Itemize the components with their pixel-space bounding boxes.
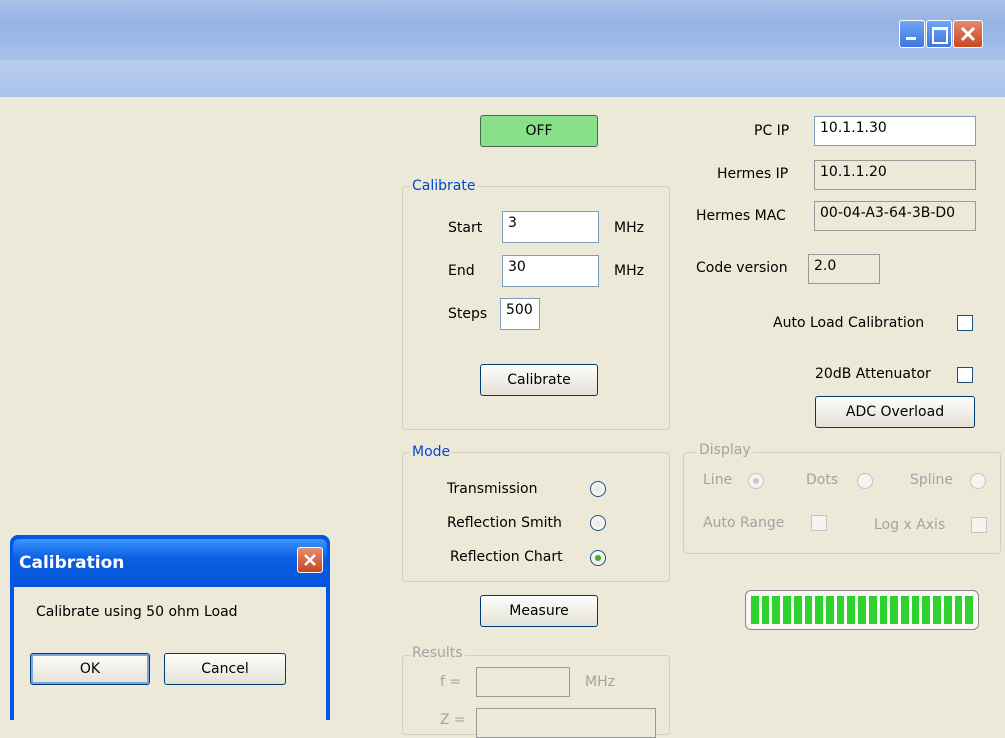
level-meter-segment <box>826 596 834 624</box>
level-meter-segment <box>954 596 963 624</box>
level-meter-segment <box>879 596 888 624</box>
level-meter-segment <box>965 596 973 624</box>
level-meter-segment <box>804 596 813 624</box>
dialog-cancel-button[interactable]: Cancel <box>164 653 286 685</box>
results-f-field <box>476 667 570 697</box>
display-dots-radio[interactable] <box>857 473 873 489</box>
display-dots-label: Dots <box>806 472 839 488</box>
minimize-icon <box>906 37 916 40</box>
pc-ip-field[interactable]: 10.1.1.30 <box>814 116 976 146</box>
end-input[interactable]: 30 <box>502 255 599 287</box>
calibrate-group-title: Calibrate <box>410 178 478 194</box>
results-z-label: Z = <box>440 712 466 728</box>
end-unit: MHz <box>614 263 644 279</box>
dialog-close-button[interactable] <box>297 547 323 573</box>
maximize-button[interactable] <box>926 20 952 48</box>
close-icon <box>304 554 316 566</box>
auto-range-checkbox[interactable] <box>811 515 827 531</box>
display-line-label: Line <box>703 472 733 488</box>
hermes-mac-field: 00-04-A3-64-3B-D0 <box>814 201 976 231</box>
level-meter-segment <box>933 596 941 624</box>
level-meter-segment <box>836 596 845 624</box>
dialog-title-bar: Calibration <box>13 539 327 587</box>
hermes-ip-field: 10.1.1.20 <box>814 160 976 190</box>
mode-reflection-smith-label: Reflection Smith <box>447 515 562 531</box>
level-meter-segment <box>868 596 877 624</box>
results-z-field <box>476 708 656 738</box>
auto-range-label: Auto Range <box>703 515 785 531</box>
level-meter-segment <box>847 596 856 624</box>
level-meter-segment <box>911 596 920 624</box>
dialog-ok-button[interactable]: OK <box>30 653 150 685</box>
level-meter-segment <box>761 596 770 624</box>
minimize-button[interactable] <box>899 20 925 48</box>
level-meter-bar <box>751 596 973 624</box>
start-input[interactable]: 3 <box>502 211 599 243</box>
auto-load-calibration-checkbox[interactable] <box>957 315 973 331</box>
start-label: Start <box>448 220 483 236</box>
level-meter-segment <box>815 596 823 624</box>
mode-reflection-smith-radio[interactable] <box>590 515 606 531</box>
level-meter-segment <box>890 596 898 624</box>
display-spline-radio[interactable] <box>970 473 986 489</box>
maximize-icon <box>932 27 948 44</box>
start-unit: MHz <box>614 220 644 236</box>
menu-bar <box>0 60 1005 97</box>
hermes-mac-label: Hermes MAC <box>696 208 786 224</box>
dialog-message: Calibrate using 50 ohm Load <box>36 604 238 620</box>
mode-transmission-label: Transmission <box>447 481 538 497</box>
steps-input[interactable]: 500 <box>500 298 540 330</box>
code-version-field: 2.0 <box>808 254 880 284</box>
display-group <box>683 452 1001 554</box>
measure-button[interactable]: Measure <box>480 595 598 627</box>
display-line-radio[interactable] <box>748 473 764 489</box>
level-meter-segment <box>793 596 802 624</box>
close-window-button[interactable] <box>953 20 983 48</box>
calibrate-button[interactable]: Calibrate <box>480 364 598 396</box>
adc-overload-button[interactable]: ADC Overload <box>815 396 975 428</box>
pc-ip-label: PC IP <box>754 123 790 139</box>
log-x-axis-label: Log x Axis <box>874 517 946 533</box>
mode-reflection-chart-label: Reflection Chart <box>450 549 563 565</box>
power-toggle-button[interactable]: OFF <box>480 115 598 147</box>
end-label: End <box>448 263 475 279</box>
level-meter-segment <box>943 596 952 624</box>
title-bar <box>0 0 1005 60</box>
mode-reflection-chart-radio[interactable] <box>590 550 606 566</box>
level-meter-segment <box>922 596 931 624</box>
level-meter-segment <box>751 596 759 624</box>
display-spline-label: Spline <box>910 472 954 488</box>
log-x-axis-checkbox[interactable] <box>971 517 987 533</box>
attenuator-checkbox[interactable] <box>957 367 973 383</box>
dialog-body: Calibrate using 50 ohm Load OK Cancel <box>14 587 326 720</box>
close-icon <box>960 26 976 42</box>
code-version-label: Code version <box>696 260 788 276</box>
level-meter-segment <box>858 596 866 624</box>
calibration-dialog: Calibration Calibrate using 50 ohm Load … <box>10 535 330 720</box>
level-meter-segment <box>783 596 791 624</box>
results-f-unit: MHz <box>585 674 615 690</box>
display-group-title: Display <box>697 442 753 458</box>
dialog-title: Calibration <box>19 553 125 573</box>
level-meter-segment <box>901 596 909 624</box>
results-group-title: Results <box>410 645 465 661</box>
hermes-ip-label: Hermes IP <box>717 166 789 182</box>
results-f-label: f = <box>440 674 462 690</box>
attenuator-label: 20dB Attenuator <box>815 366 931 382</box>
level-meter <box>745 590 979 630</box>
mode-group-title: Mode <box>410 444 453 460</box>
level-meter-segment <box>772 596 781 624</box>
auto-load-calibration-label: Auto Load Calibration <box>773 315 925 331</box>
mode-transmission-radio[interactable] <box>590 481 606 497</box>
steps-label: Steps <box>448 306 488 322</box>
